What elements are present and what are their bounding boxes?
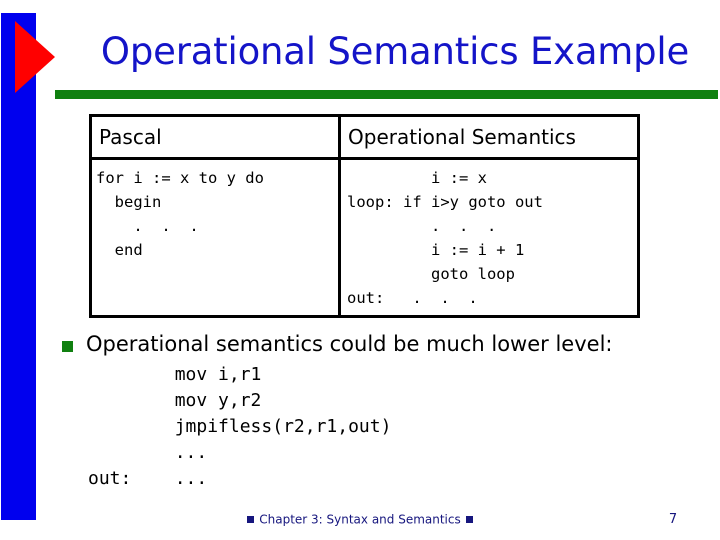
bullet-item-label: Operational semantics could be much lowe…: [86, 332, 613, 356]
page-title: Operational Semantics Example: [100, 30, 690, 73]
square-bullet-icon: [62, 341, 73, 352]
page-number: 7: [668, 512, 678, 527]
slide-canvas: Operational Semantics Example Pascal for…: [0, 0, 720, 540]
comparison-table: Pascal for i := x to y do begin . . . en…: [89, 114, 640, 318]
table-cell-pascal-code: for i := x to y do begin . . . end: [96, 169, 264, 259]
footer-label: Chapter 3: Syntax and Semantics: [259, 512, 461, 527]
footer: Chapter 3: Syntax and Semantics: [0, 512, 720, 527]
red-triangle-icon: [15, 21, 55, 93]
table-header-pascal: Pascal: [92, 117, 338, 160]
footer-left-square-icon: [247, 516, 255, 523]
table-column-operational-semantics: Operational Semantics i := x loop: if i>…: [341, 117, 637, 315]
table-header-operational-semantics: Operational Semantics: [341, 117, 637, 160]
footer-right-square-icon: [465, 516, 473, 523]
table-column-pascal: Pascal for i := x to y do begin . . . en…: [92, 117, 341, 315]
table-cell-operational-semantics-code: i := x loop: if i>y goto out . . . i := …: [347, 169, 543, 307]
table-inner: Pascal for i := x to y do begin . . . en…: [92, 117, 637, 315]
title-divider-rule: [55, 90, 718, 99]
assembly-code-block: mov i,r1 mov y,r2 jmpifless(r2,r1,out) .…: [88, 364, 392, 489]
